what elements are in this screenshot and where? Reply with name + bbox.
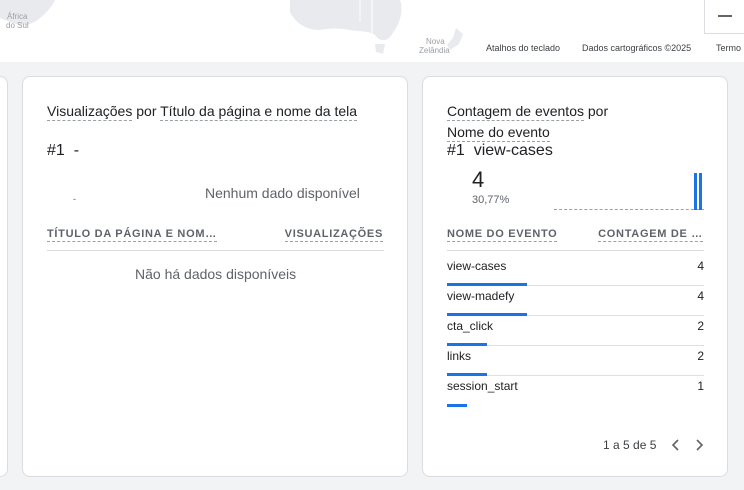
event-count: 2 — [697, 349, 704, 363]
card-title: Visualizações por Título da página e nom… — [47, 101, 358, 122]
partial-card — [0, 76, 8, 477]
event-name: cta_click — [447, 319, 494, 333]
header-divider — [447, 250, 704, 251]
top-value: 4 — [472, 167, 485, 192]
table-row[interactable]: view-cases 4 — [447, 256, 704, 286]
chevron-left-icon[interactable] — [668, 437, 684, 453]
event-name: view-madefy — [447, 289, 515, 303]
top-percent: 30,77% — [472, 194, 510, 206]
sparkline-baseline — [554, 209, 704, 210]
column-header-page-title[interactable]: TÍTULO DA PÁGINA E NOM… — [47, 228, 217, 242]
sparkline-bar — [699, 173, 702, 210]
rank-label: #1 — [447, 142, 465, 159]
map-label-africa: África — [7, 12, 28, 21]
column-header-event-name[interactable]: NOME DO EVENTO — [447, 228, 558, 242]
map-strip[interactable]: África do Sul Nova Zelândia Atalhos do t… — [0, 0, 744, 62]
map-label-africa-sul: do Sul — [6, 21, 29, 30]
table-row[interactable]: links 2 — [447, 346, 704, 376]
header-divider — [47, 250, 384, 251]
top-rank: #1 view-cases — [447, 142, 553, 160]
metric-link[interactable]: Contagem de eventos — [447, 103, 584, 121]
dimension-link[interactable]: Título da página e nome da tela — [160, 103, 358, 121]
rank-value: view-cases — [473, 142, 553, 159]
event-count: 1 — [697, 379, 704, 393]
map-keyboard-shortcuts-link[interactable]: Atalhos do teclado — [486, 43, 560, 53]
card-title: Contagem de eventos por Nome do evento — [447, 101, 667, 143]
event-name: view-cases — [447, 259, 507, 273]
metric-link[interactable]: Visualizações — [47, 103, 133, 121]
event-count-by-name-card: Contagem de eventos por Nome do evento #… — [422, 76, 728, 477]
title-connector: por — [132, 103, 161, 119]
rank-label: #1 — [47, 142, 65, 159]
pagination-text: 1 a 5 de 5 — [603, 438, 657, 452]
event-count: 2 — [697, 319, 704, 333]
column-header-views[interactable]: VISUALIZAÇÕES — [284, 228, 383, 242]
title-connector: por — [583, 103, 609, 119]
table-row[interactable]: cta_click 2 — [447, 316, 704, 346]
chart-no-data-message: Nenhum dado disponível — [205, 185, 360, 201]
event-name: links — [447, 349, 472, 363]
sparkline-bar — [694, 173, 697, 210]
chevron-right-icon[interactable] — [691, 437, 707, 453]
dimension-link[interactable]: Nome do evento — [447, 124, 550, 142]
event-count: 4 — [697, 259, 704, 273]
map-zoom-out-button[interactable] — [704, 0, 744, 34]
event-name: session_start — [447, 379, 518, 393]
map-terms-link[interactable]: Termo — [716, 43, 741, 53]
table-row[interactable]: view-madefy 4 — [447, 286, 704, 316]
map-label-nz-1: Nova — [426, 37, 445, 46]
views-by-page-title-card: Visualizações por Título da página e nom… — [22, 76, 408, 477]
table-row[interactable]: session_start 1 — [447, 376, 704, 407]
minus-icon — [718, 15, 732, 17]
event-share-bar — [447, 404, 467, 407]
top-rank: #1 - — [47, 142, 79, 160]
map-data-attribution: Dados cartográficos ©2025 — [582, 43, 692, 53]
sparkline-placeholder: - — [73, 194, 76, 204]
rank-value: - — [73, 142, 80, 159]
table-no-data-message: Não há dados disponíveis — [135, 266, 297, 282]
map-label-nz-2: Zelândia — [419, 46, 450, 55]
event-count: 4 — [697, 289, 704, 303]
column-header-event-count[interactable]: CONTAGEM DE … — [598, 228, 703, 242]
